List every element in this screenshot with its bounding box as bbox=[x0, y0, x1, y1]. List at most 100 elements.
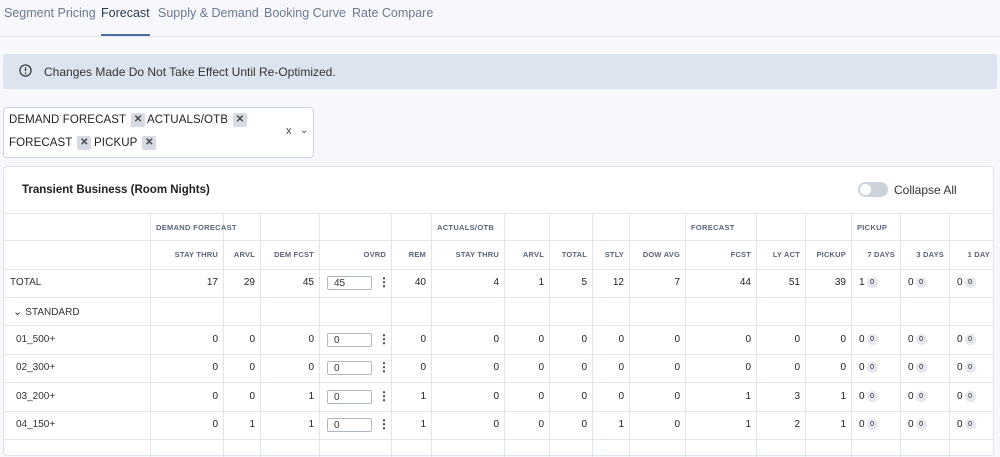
value-cell: 0 bbox=[538, 334, 544, 345]
value-cell: 1 bbox=[308, 419, 314, 430]
chevron-down-icon[interactable]: ⌄ bbox=[300, 125, 308, 136]
pickup-value: 0 bbox=[908, 277, 914, 288]
pickup-cell: 00 bbox=[859, 362, 878, 373]
value-cell: 0 bbox=[212, 419, 218, 430]
section-standard[interactable]: ⌄ STANDARD bbox=[13, 305, 80, 318]
pickup-value: 0 bbox=[908, 334, 914, 345]
pickup-cell: 00 bbox=[957, 277, 976, 288]
pickup-badge: 0 bbox=[915, 391, 927, 402]
pickup-cell: 00 bbox=[908, 277, 927, 288]
value-cell: 0 bbox=[618, 362, 624, 373]
pickup-badge: 0 bbox=[915, 334, 927, 345]
kebab-menu-icon[interactable]: ⋮ bbox=[378, 418, 390, 430]
value-cell: 0 bbox=[538, 419, 544, 430]
override-input[interactable]: 0 bbox=[327, 390, 372, 404]
value-cell: 0 bbox=[840, 334, 846, 345]
remove-chip-icon[interactable]: ✕ bbox=[77, 136, 92, 150]
column-divider bbox=[150, 213, 151, 457]
tab-bar: Segment Pricing Forecast Supply & Demand… bbox=[0, 0, 1000, 37]
value-cell: 4 bbox=[493, 277, 499, 288]
override-input[interactable]: 0 bbox=[327, 333, 372, 347]
tab-booking-curve[interactable]: Booking Curve bbox=[264, 6, 346, 36]
value-cell: 0 bbox=[308, 334, 314, 345]
kebab-menu-icon[interactable]: ⋮ bbox=[378, 361, 390, 373]
kebab-menu-icon[interactable]: ⋮ bbox=[378, 276, 390, 288]
value-cell: 0 bbox=[794, 334, 800, 345]
pickup-value: 0 bbox=[859, 362, 865, 373]
value-cell: 0 bbox=[249, 334, 255, 345]
value-cell: 1 bbox=[618, 419, 624, 430]
pickup-badge: 0 bbox=[866, 277, 878, 288]
value-cell: 0 bbox=[674, 362, 680, 373]
kebab-menu-icon[interactable]: ⋮ bbox=[378, 333, 390, 345]
pickup-cell: 00 bbox=[859, 391, 878, 402]
value-cell: 0 bbox=[581, 362, 587, 373]
kebab-menu-icon[interactable]: ⋮ bbox=[378, 390, 390, 402]
row-divider bbox=[4, 354, 994, 355]
clear-icon[interactable]: x bbox=[286, 125, 292, 137]
override-input[interactable]: 0 bbox=[327, 361, 372, 375]
column-header: 1 DAY bbox=[967, 250, 990, 259]
column-header: DEM FCST bbox=[274, 250, 314, 259]
column-header: ARVL bbox=[233, 250, 255, 259]
chip-pickup: PICKUP ✕ bbox=[94, 135, 157, 152]
value-cell: 29 bbox=[243, 277, 255, 288]
pickup-cell: 00 bbox=[859, 419, 878, 430]
value-cell: 1 bbox=[745, 391, 751, 402]
row-divider bbox=[4, 269, 994, 270]
column-header: STLY bbox=[604, 250, 624, 259]
row-divider bbox=[4, 439, 994, 440]
value-cell: 0 bbox=[420, 362, 426, 373]
value-cell: 1 bbox=[840, 391, 846, 402]
info-alert: Changes Made Do Not Take Effect Until Re… bbox=[3, 54, 997, 89]
override-input[interactable]: 0 bbox=[327, 418, 372, 432]
override-input[interactable]: 45 bbox=[327, 276, 372, 290]
segment-row-label: 03_200+ bbox=[16, 391, 56, 402]
row-divider bbox=[4, 325, 994, 326]
remove-chip-icon[interactable]: ✕ bbox=[131, 113, 146, 127]
value-cell: 0 bbox=[493, 419, 499, 430]
tab-rate-compare[interactable]: Rate Compare bbox=[352, 6, 433, 36]
value-cell: 0 bbox=[674, 391, 680, 402]
value-cell: 0 bbox=[674, 334, 680, 345]
value-cell: 2 bbox=[794, 419, 800, 430]
remove-chip-icon[interactable]: ✕ bbox=[232, 113, 247, 127]
tab-supply-demand[interactable]: Supply & Demand bbox=[158, 6, 259, 36]
pickup-cell: 00 bbox=[908, 362, 927, 373]
column-divider bbox=[431, 213, 432, 457]
value-cell: 44 bbox=[739, 277, 751, 288]
transient-business-panel: Transient Business (Room Nights) Collaps… bbox=[3, 166, 994, 457]
value-cell: 1 bbox=[538, 277, 544, 288]
segment-row-label: 01_500+ bbox=[16, 334, 56, 345]
section-label: STANDARD bbox=[25, 307, 80, 318]
tab-segment-pricing[interactable]: Segment Pricing bbox=[4, 6, 96, 36]
pickup-value: 0 bbox=[908, 419, 914, 430]
tab-forecast[interactable]: Forecast bbox=[101, 6, 150, 36]
value-cell: 0 bbox=[618, 334, 624, 345]
pickup-badge: 0 bbox=[915, 362, 927, 373]
pickup-cell: 00 bbox=[957, 391, 976, 402]
collapse-all-toggle[interactable] bbox=[858, 182, 888, 197]
forecast-columns-select[interactable]: DEMAND FORECAST ✕ ACTUALS/OTB ✕ FORECAST ✕ … bbox=[3, 107, 314, 158]
remove-chip-icon[interactable]: ✕ bbox=[142, 136, 157, 150]
pickup-value: 0 bbox=[957, 391, 963, 402]
collapse-all-label: Collapse All bbox=[894, 183, 957, 197]
group-header: ACTUALS/OTB bbox=[437, 223, 495, 232]
pickup-cell: 00 bbox=[957, 362, 976, 373]
total-row-label: TOTAL bbox=[10, 277, 42, 288]
row-divider bbox=[4, 213, 994, 214]
value-cell: 0 bbox=[249, 362, 255, 373]
value-cell: 1 bbox=[840, 419, 846, 430]
value-cell: 0 bbox=[794, 362, 800, 373]
value-cell: 0 bbox=[840, 362, 846, 373]
pickup-badge: 0 bbox=[866, 334, 878, 345]
group-header: DEMAND FORECAST bbox=[156, 223, 237, 232]
value-cell: 1 bbox=[745, 419, 751, 430]
value-cell: 0 bbox=[674, 419, 680, 430]
group-header: FORECAST bbox=[691, 223, 735, 232]
pickup-cell: 00 bbox=[908, 419, 927, 430]
chevron-down-icon[interactable]: ⌄ bbox=[13, 306, 25, 318]
segment-row-label: 02_300+ bbox=[16, 362, 56, 373]
pickup-value: 0 bbox=[908, 391, 914, 402]
value-cell: 51 bbox=[788, 277, 800, 288]
